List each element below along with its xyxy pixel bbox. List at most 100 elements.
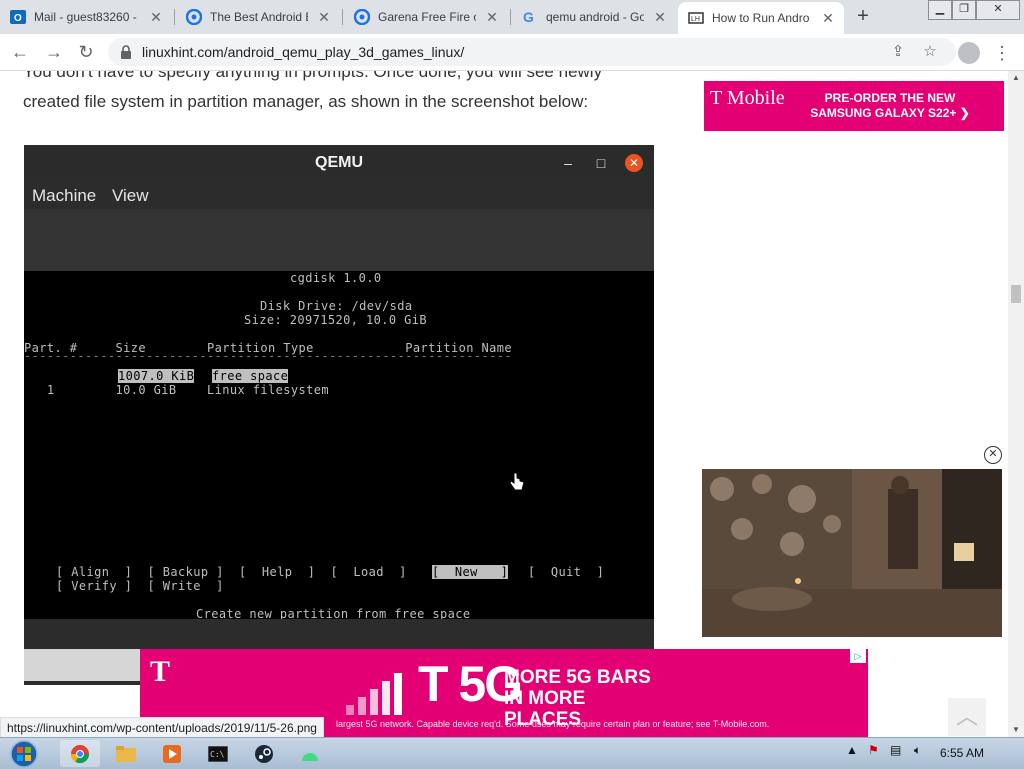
bookmark-star-icon[interactable]: ☆ <box>920 42 940 62</box>
tmobile-logo: T Mobile <box>710 87 785 109</box>
tab-mail[interactable]: O Mail - guest83260 - ✕ <box>0 0 172 34</box>
quit-command: [ Quit ] <box>528 565 605 579</box>
folder-icon <box>116 745 136 762</box>
tab-linuxhint-active[interactable]: LH How to Run Andro ✕ <box>678 2 844 34</box>
tab-divider <box>342 9 343 25</box>
tab-title: How to Run Andro <box>712 11 810 25</box>
browser-toolbar: ← → ↻ linuxhint.com/android_qemu_play_3d… <box>0 34 1024 71</box>
tab-title: Mail - guest83260 - <box>34 10 137 24</box>
terminal-icon: C:\ <box>208 745 228 762</box>
android-icon <box>302 752 318 761</box>
qemu-minimize-icon: – <box>564 155 572 171</box>
qemu-menu-view: View <box>112 186 149 205</box>
qemu-menubar: Machine View <box>24 181 654 209</box>
ad-fine-print: largest 5G network. Capable device req'd… <box>336 719 770 729</box>
scrollbar-thumb[interactable] <box>1011 285 1021 303</box>
google-icon: G <box>522 9 538 25</box>
cgdisk-version: cgdisk 1.0.0 <box>290 271 382 285</box>
qemu-toolbar-area <box>24 209 654 271</box>
scroll-down-icon[interactable]: ▼ <box>1008 723 1024 737</box>
tab-title: The Best Android E <box>210 10 308 24</box>
tab-divider <box>510 9 511 25</box>
ad-cta: PRE-ORDER THE NEW SAMSUNG GALAXY S22+ ❯ <box>810 91 970 120</box>
address-bar[interactable]: linuxhint.com/android_qemu_play_3d_games… <box>108 38 956 66</box>
hand-cursor-icon <box>509 472 525 491</box>
taskbar-cmd[interactable]: C:\ <box>198 740 238 767</box>
new-tab-button[interactable]: + <box>852 6 874 28</box>
scroll-to-top-button[interactable]: ︿ <box>948 698 986 736</box>
tray-expand-icon[interactable]: ▲ <box>846 743 858 757</box>
chrome-icon <box>71 744 89 763</box>
window-close-button[interactable]: ✕ <box>976 0 1020 20</box>
restore-button[interactable]: ❐ <box>952 0 976 20</box>
svg-text:C:\: C:\ <box>210 750 225 759</box>
video-ad[interactable] <box>702 469 1002 637</box>
cgdisk-commands-row2: [ Verify ] [ Write ] <box>56 579 224 593</box>
forward-icon[interactable]: → <box>42 40 66 64</box>
link-status-url: https://linuxhint.com/wp-content/uploads… <box>0 717 324 737</box>
site-icon <box>354 9 370 25</box>
close-ad-icon[interactable]: ✕ <box>984 446 1002 464</box>
tab-best-android[interactable]: The Best Android E ✕ <box>176 0 340 34</box>
free-space-size: 1007.0 KiB <box>118 369 195 383</box>
volume-icon[interactable]: 🔈︎ <box>914 743 921 758</box>
close-tab-icon[interactable]: ✕ <box>316 9 332 25</box>
disk-size: Size: 20971520, 10.0 GiB <box>244 313 427 327</box>
share-icon[interactable]: ⇪ <box>888 42 908 62</box>
svg-text:LH: LH <box>691 16 700 23</box>
taskbar-explorer[interactable] <box>106 740 146 767</box>
minimize-button[interactable]: ▁ <box>928 0 952 20</box>
browser-menu-icon[interactable]: ⋮ <box>992 40 1012 66</box>
url-text: linuxhint.com/android_qemu_play_3d_games… <box>142 44 465 60</box>
taskbar-chrome[interactable] <box>60 740 100 767</box>
tab-divider <box>174 9 175 25</box>
new-command-selected: [ New ] <box>432 565 509 579</box>
cgdisk-commands: [ Align ] [ Backup ] [ Help ] [ Load ] <box>56 565 407 579</box>
windows-taskbar: C:\ ▲ ⚑ ▤ 🔈︎ 6:55 AM <box>0 737 1024 769</box>
close-tab-icon[interactable]: ✕ <box>148 9 164 25</box>
adchoices-icon[interactable]: ▷ <box>850 649 866 663</box>
tab-qemu-search[interactable]: G qemu android - Go ✕ <box>512 0 676 34</box>
tmobile-t-logo: T <box>150 655 171 688</box>
site-icon <box>186 9 202 25</box>
qemu-maximize-icon: □ <box>596 155 606 171</box>
reload-icon[interactable]: ↻ <box>74 40 98 64</box>
page-scrollbar[interactable]: ▲ ▼ <box>1008 71 1024 737</box>
tab-strip: O Mail - guest83260 - ✕ The Best Android… <box>0 0 1024 34</box>
article-paragraph: You don't have to specify anything in pr… <box>23 71 603 111</box>
close-tab-icon[interactable]: ✕ <box>484 9 500 25</box>
linuxhint-icon: LH <box>688 10 704 26</box>
qemu-menu-machine: Machine <box>32 186 97 205</box>
close-tab-icon[interactable]: ✕ <box>652 9 668 25</box>
close-tab-icon[interactable]: ✕ <box>820 10 836 26</box>
steam-icon <box>255 744 273 763</box>
media-player-icon <box>163 744 181 763</box>
qemu-close-icon: ✕ <box>625 154 643 172</box>
web-page: You don't have to specify anything in pr… <box>0 71 1008 737</box>
outlook-icon: O <box>10 9 26 25</box>
network-icon[interactable]: ▤ <box>890 743 901 757</box>
taskbar-android[interactable] <box>290 740 330 767</box>
free-space-type: free space <box>212 369 289 383</box>
caption-placeholder <box>24 649 140 681</box>
back-icon[interactable]: ← <box>8 40 32 64</box>
qemu-screenshot[interactable]: QEMU – □ ✕ Machine View cgdisk 1.0.0 Dis… <box>24 145 654 685</box>
partition-row: 1 10.0 GiB Linux filesystem <box>24 383 329 397</box>
disk-drive: Disk Drive: /dev/sda <box>260 299 413 313</box>
profile-avatar[interactable] <box>958 42 980 64</box>
tab-title: Garena Free Fire or <box>378 10 476 24</box>
taskbar-media-player[interactable] <box>152 740 192 767</box>
signal-bars-icon <box>346 673 402 715</box>
scroll-up-icon[interactable]: ▲ <box>1008 71 1024 85</box>
tmobile-top-ad[interactable]: T Mobile PRE-ORDER THE NEW SAMSUNG GALAX… <box>704 81 1004 131</box>
taskbar-clock[interactable]: 6:55 AM <box>940 746 984 760</box>
tab-title: qemu android - Go <box>546 10 644 24</box>
svg-text:O: O <box>14 13 22 24</box>
table-divider: ----------------------------------------… <box>24 349 512 363</box>
tab-garena[interactable]: Garena Free Fire or ✕ <box>344 0 508 34</box>
cgdisk-terminal: cgdisk 1.0.0 Disk Drive: /dev/sda Size: … <box>24 271 654 621</box>
svg-text:G: G <box>523 9 534 25</box>
start-button[interactable] <box>4 739 44 769</box>
taskbar-steam[interactable] <box>244 740 284 767</box>
action-center-icon[interactable]: ⚑ <box>868 743 879 757</box>
